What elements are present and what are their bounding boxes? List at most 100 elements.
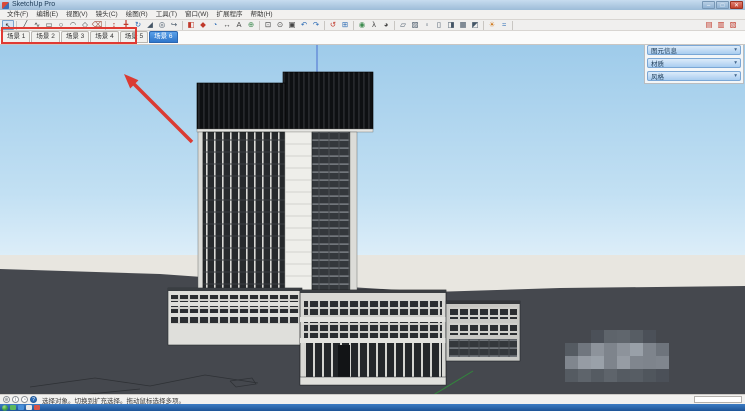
fog-icon[interactable]: ≈ [498, 20, 510, 30]
polygon-icon[interactable]: ◇ [79, 20, 91, 30]
measurements-box[interactable] [694, 396, 742, 403]
offset-icon[interactable]: ◎ [156, 20, 168, 30]
minimize-button[interactable]: – [702, 1, 715, 9]
model-info-icon[interactable]: ◔ [21, 396, 28, 403]
mosaic-cell [630, 356, 643, 369]
material-sample-icon[interactable]: ◆ [197, 20, 209, 30]
tray-section-label: 图元信息 [651, 45, 677, 55]
move-icon[interactable]: ╋ [120, 20, 132, 30]
mosaic-cell [643, 343, 656, 356]
scale-icon[interactable]: ◢ [144, 20, 156, 30]
shadows-icon[interactable]: ☀ [486, 20, 498, 30]
menu-item-9[interactable]: 帮助(H) [247, 10, 277, 20]
hidden-line-mode-icon[interactable]: ▯ [433, 20, 445, 30]
x-ray-mode-icon[interactable]: ▨ [409, 20, 421, 30]
pan-icon[interactable]: ⊞ [339, 20, 351, 30]
shaded-mode-icon[interactable]: ◨ [445, 20, 457, 30]
rotate-icon[interactable]: ↻ [132, 20, 144, 30]
model-viewport[interactable]: 默认面板 ✕ 图元信息▾材质▾风格▾ [0, 45, 745, 394]
mosaic-cell [656, 343, 669, 356]
menu-item-4[interactable]: 镜头(C) [92, 10, 122, 20]
freehand-icon[interactable]: ∿ [31, 20, 43, 30]
tray-section-1[interactable]: 图元信息▾ [647, 45, 741, 55]
taskbar-icons [10, 405, 40, 410]
styles-panel-icon[interactable]: ▧ [727, 20, 739, 30]
taskbar-app-icon-2[interactable] [18, 405, 24, 410]
tray-section-label: 材质 [651, 58, 664, 68]
look-around-icon[interactable]: ◕ [380, 20, 392, 30]
dimensions-icon[interactable]: ↔ [221, 20, 233, 30]
zoom-window-icon[interactable]: ⊡ [262, 20, 274, 30]
menu-item-2[interactable]: 编辑(E) [32, 10, 62, 20]
toolbar-separator [16, 21, 17, 30]
previous-view-icon[interactable]: ↶ [298, 20, 310, 30]
select-icon[interactable]: ↖ [2, 20, 14, 30]
zoom-extents-icon[interactable]: ▣ [286, 20, 298, 30]
chevron-down-icon: ▾ [734, 60, 737, 66]
scene-tab-1[interactable]: 场景 1 [2, 31, 30, 43]
layers-panel-icon[interactable]: ▤ [703, 20, 715, 30]
mosaic-cell [578, 369, 591, 382]
default-tray-icon[interactable]: ▥ [715, 20, 727, 30]
wireframe-mode-icon[interactable]: ▫ [421, 20, 433, 30]
geolocation-icon[interactable]: ⊕ [3, 396, 10, 403]
text-icon[interactable]: A [233, 20, 245, 30]
status-icons: ⊕i◔? [3, 396, 37, 403]
menu-item-1[interactable]: 文件(F) [3, 10, 32, 20]
default-tray-panel: 默认面板 ✕ 图元信息▾材质▾风格▾ [644, 45, 744, 84]
walk-icon[interactable]: λ [368, 20, 380, 30]
zoom-icon[interactable]: ⊙ [274, 20, 286, 30]
scene-tab-3[interactable]: 场景 3 [61, 31, 89, 43]
monochrome-mode-icon[interactable]: ◩ [469, 20, 481, 30]
tray-section-label: 风格 [651, 71, 664, 81]
eraser-icon[interactable]: ⌫ [91, 20, 103, 30]
mosaic-cell [617, 343, 630, 356]
mosaic-cell [643, 356, 656, 369]
tray-section-3[interactable]: 风格▾ [647, 71, 741, 81]
mosaic-cell [630, 369, 643, 382]
maximize-button[interactable]: □ [716, 1, 729, 9]
close-button[interactable]: ✕ [730, 1, 743, 9]
scene-tab-2[interactable]: 场景 2 [31, 31, 59, 43]
rectangle-icon[interactable]: ▭ [43, 20, 55, 30]
tray-section-2[interactable]: 材质 ▾ [647, 58, 741, 68]
toolbar-group-6: ↺⊞ [327, 20, 351, 30]
mosaic-cell [578, 343, 591, 356]
menu-item-6[interactable]: 工具(T) [152, 10, 181, 20]
arc-icon[interactable]: ◠ [67, 20, 79, 30]
menu-item-5[interactable]: 绘图(R) [122, 10, 152, 20]
section-plane-icon[interactable]: ▱ [397, 20, 409, 30]
paint-bucket-icon[interactable]: ◧ [185, 20, 197, 30]
start-orb-icon[interactable] [2, 405, 8, 411]
menu-item-3[interactable]: 视图(V) [62, 10, 92, 20]
toolbar-group-4: ◧◆◔↔A⊕ [185, 20, 257, 30]
position-camera-icon[interactable]: ◉ [356, 20, 368, 30]
status-bar: ⊕i◔? 选择对象。切换到扩充选择。拖动鼠标选择多项。 [0, 394, 745, 404]
line-icon[interactable]: ╱ [19, 20, 31, 30]
textured-mode-icon[interactable]: ▦ [457, 20, 469, 30]
scene-tab-6[interactable]: 场景 6 [149, 31, 177, 43]
taskbar-app-icon-3[interactable] [26, 405, 32, 410]
toolbar-group-10: ▤▥▧ [703, 20, 739, 30]
scene-tab-5[interactable]: 场景 5 [120, 31, 148, 43]
menu-item-7[interactable]: 窗口(W) [181, 10, 212, 20]
scene-tab-4[interactable]: 场景 4 [90, 31, 118, 43]
next-view-icon[interactable]: ↷ [310, 20, 322, 30]
push-pull-icon[interactable]: ↕ [108, 20, 120, 30]
help-icon[interactable]: ? [30, 396, 37, 403]
protractor-icon[interactable]: ◔ [209, 20, 221, 30]
taskbar-app-icon-4[interactable] [34, 405, 40, 410]
orbit-icon[interactable]: ↺ [327, 20, 339, 30]
mosaic-cell [591, 330, 604, 343]
menu-item-8[interactable]: 扩展程序 [213, 10, 247, 20]
mosaic-cell [591, 356, 604, 369]
circle-icon[interactable]: ○ [55, 20, 67, 30]
follow-me-icon[interactable]: ↪ [168, 20, 180, 30]
axes-icon[interactable]: ⊕ [245, 20, 257, 30]
mosaic-cell [656, 356, 669, 369]
mosaic-cell [617, 369, 630, 382]
taskbar-app-icon-1[interactable] [10, 405, 16, 410]
claim-credit-icon[interactable]: i [12, 396, 19, 403]
mosaic-cell [604, 369, 617, 382]
watermark-mosaic [565, 330, 669, 382]
